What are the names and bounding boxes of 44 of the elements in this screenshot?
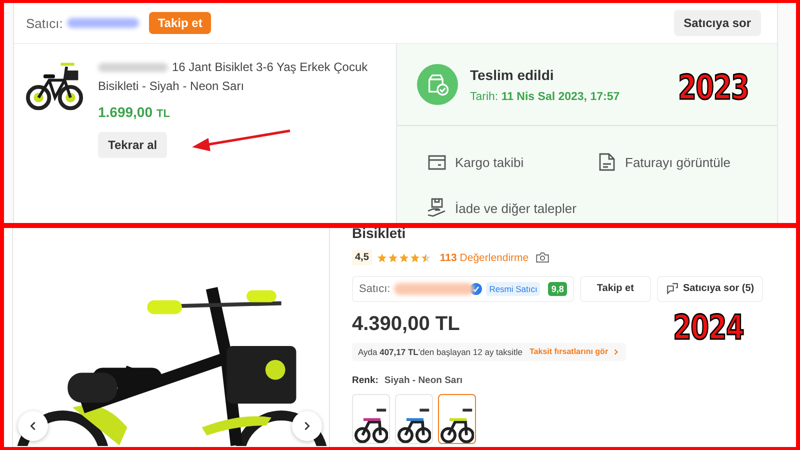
- buy-again-button[interactable]: Tekrar al: [98, 132, 168, 158]
- redacted-text: [98, 63, 168, 72]
- price: 1.699,00: [98, 104, 152, 120]
- action-link[interactable]: Kargo takibi: [427, 152, 597, 172]
- year-annotation: 2024: [673, 308, 744, 348]
- star-icon: [410, 252, 420, 262]
- currency: TL: [156, 108, 170, 120]
- year-annotation: 2023: [678, 68, 750, 108]
- verified-check-icon: [470, 282, 482, 294]
- previous-button[interactable]: [18, 411, 48, 441]
- product-title: Bisikleti: [352, 228, 406, 240]
- delivery-status: Teslim edildi: [470, 66, 555, 82]
- chevron-right-icon: [612, 348, 620, 356]
- follow-button[interactable]: Takip et: [580, 276, 651, 302]
- ask-seller-button[interactable]: Satıcıya sor (5): [656, 276, 764, 302]
- action-label: Faturayı görüntüle: [625, 154, 731, 170]
- date-label: Tarih:: [470, 90, 498, 102]
- official-seller-badge: Resmi Satıcı: [486, 282, 540, 296]
- color-variant[interactable]: [438, 394, 476, 444]
- price: 4.390,00 TL: [352, 312, 460, 336]
- seller-label: Satıcı:: [359, 282, 390, 294]
- ask-seller-button[interactable]: Satıcıya sor: [674, 10, 761, 36]
- installment-text: Ayda 407,17 TL'den başlayan 12 ay taksitle: [358, 346, 523, 356]
- chat-question-icon: [666, 282, 679, 295]
- action-label: İade ve diğer talepler: [455, 200, 576, 216]
- seller-score: 9,8: [548, 282, 567, 296]
- product-title[interactable]: 16 Jant Bisiklet 3-6 Yaş Erkek Çocuk Bisikleti - Siyah - Neon Sarı: [98, 58, 384, 96]
- color-label: Renk:: [352, 374, 378, 386]
- star-icon: [376, 252, 387, 262]
- action-link[interactable]: Faturayı görüntüle: [597, 152, 747, 172]
- star-icon: [420, 252, 431, 262]
- seller-label: Satıcı:: [26, 16, 63, 30]
- star-icon: [388, 252, 398, 262]
- delivered-package-icon: [417, 64, 458, 105]
- document-icon: [597, 152, 617, 172]
- rating-value: 4,5: [352, 250, 372, 265]
- color-value: Siyah - Neon Sarı: [384, 374, 463, 386]
- delivery-date: 11 Nis Sal 2023, 17:57: [501, 90, 620, 102]
- camera-icon: [536, 252, 549, 263]
- action-link[interactable]: İade ve diğer talepler: [427, 198, 597, 218]
- next-button[interactable]: [292, 411, 322, 441]
- star-icon: [398, 252, 409, 262]
- hand-box-icon: [427, 198, 447, 218]
- action-label: Kargo takibi: [455, 154, 524, 170]
